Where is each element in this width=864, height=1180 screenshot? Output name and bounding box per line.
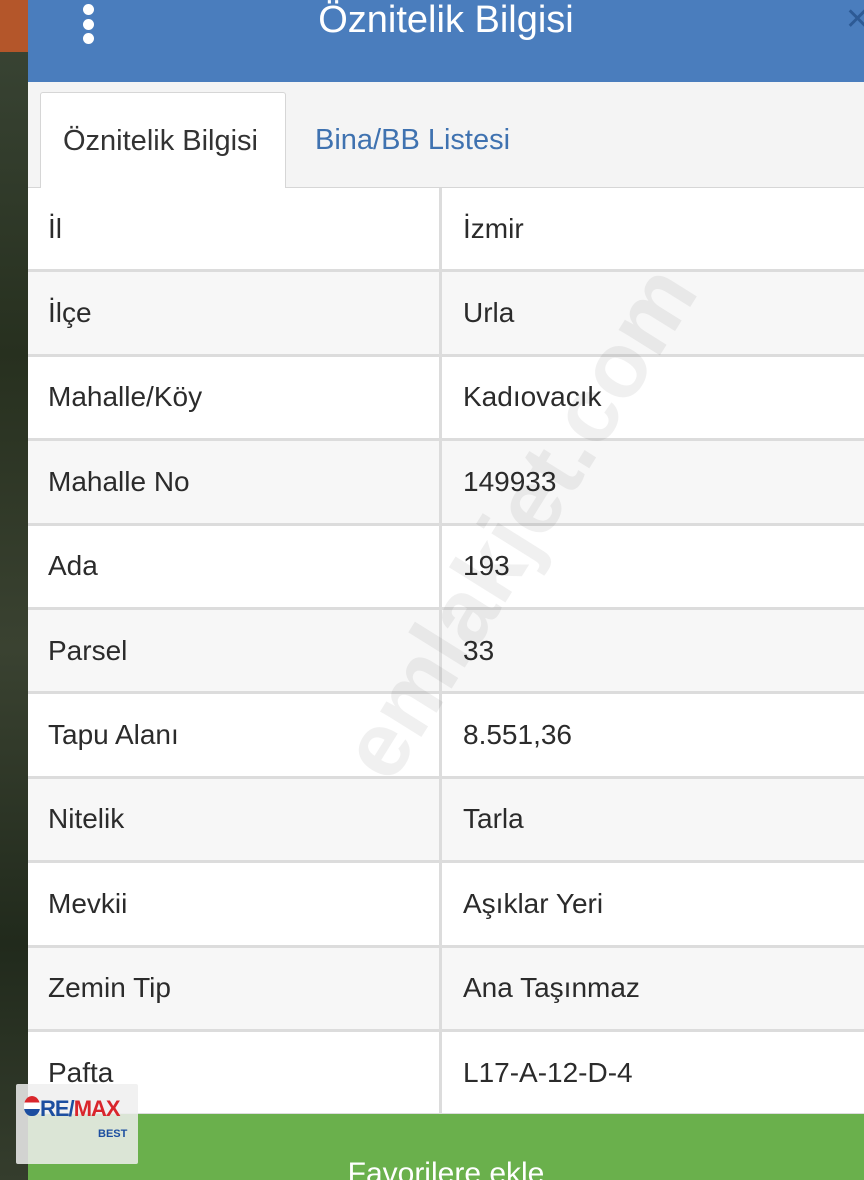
table-row: Tapu Alanı 8.551,36 (28, 694, 864, 779)
attribute-key: İlçe (28, 272, 442, 354)
table-row: Mahalle No 149933 (28, 441, 864, 526)
attribute-value: Aşıklar Yeri (463, 887, 604, 919)
balloon-icon (24, 1096, 40, 1116)
table-row: Zemin Tip Ana Taşınmaz (28, 947, 864, 1032)
attribute-key: Tapu Alanı (28, 694, 442, 776)
remax-logo: RE/MAX BEST (16, 1084, 138, 1164)
attribute-value: 149933 (463, 465, 557, 497)
attribute-key: Ada (28, 525, 442, 607)
table-row: Mahalle/Köy Kadıovacık (28, 356, 864, 442)
map-background (0, 0, 28, 1180)
logo-brand: RE/MAX (40, 1096, 121, 1121)
attribute-key: Mevkii (28, 863, 442, 945)
attribute-key: Nitelik (28, 778, 442, 861)
attribute-key: İl (28, 188, 442, 270)
attribute-value: 193 (463, 550, 510, 582)
add-to-favorites-button[interactable]: Favorilere ekle (28, 1114, 864, 1180)
attribute-value: 33 (463, 634, 495, 666)
attribute-key: Zemin Tip (28, 947, 442, 1029)
attribute-value: Tarla (463, 803, 524, 835)
attribute-key: Parsel (28, 609, 442, 692)
panel-title: Öznitelik Bilgisi (318, 0, 574, 41)
table-row: İl İzmir (28, 188, 864, 273)
table-row: Mevkii Aşıklar Yeri (28, 863, 864, 948)
attribute-panel: Öznitelik Bilgisi ✕ Öznitelik Bilgisi Bi… (28, 0, 864, 1180)
attribute-value: Ana Taşınmaz (463, 972, 640, 1004)
attribute-value: L17-A-12-D-4 (463, 1056, 633, 1088)
panel-header: Öznitelik Bilgisi ✕ (28, 0, 864, 82)
attribute-key: Mahalle/Köy (28, 356, 442, 439)
logo-subtitle: BEST (98, 1128, 128, 1140)
attribute-table: İl İzmir İlçe Urla Mahalle/Köy Kadıovacı… (28, 188, 864, 1117)
table-row: Parsel 33 (28, 609, 864, 695)
tab-building-list[interactable]: Bina/BB Listesi (293, 92, 532, 189)
attribute-value: 8.551,36 (463, 719, 572, 751)
attribute-value: Kadıovacık (463, 381, 602, 413)
attribute-value: Urla (463, 297, 515, 329)
table-row: Nitelik Tarla (28, 778, 864, 864)
attribute-key: Mahalle No (28, 441, 442, 523)
close-icon[interactable]: ✕ (845, 2, 864, 38)
table-row: İlçe Urla (28, 272, 864, 357)
table-row: Ada 193 (28, 525, 864, 610)
tab-attribute-info[interactable]: Öznitelik Bilgisi (40, 92, 286, 189)
tab-bar: Öznitelik Bilgisi Bina/BB Listesi (28, 82, 864, 189)
attribute-value: İzmir (463, 212, 524, 244)
map-marker (0, 0, 28, 52)
table-row: Pafta L17-A-12-D-4 (28, 1031, 864, 1117)
